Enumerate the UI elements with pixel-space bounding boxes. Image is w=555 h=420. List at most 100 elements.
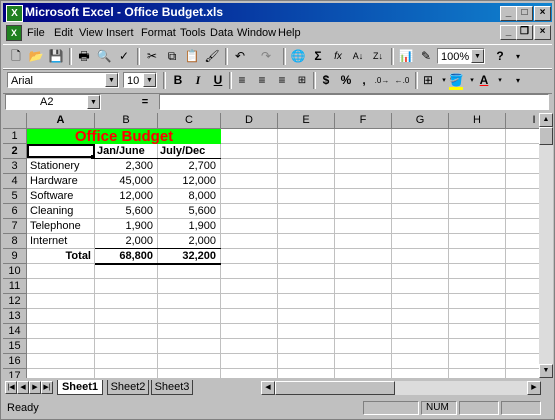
value-cell[interactable]: 5,600 <box>158 204 220 219</box>
excel-icon[interactable]: X <box>6 5 23 22</box>
maximize-button[interactable]: □ <box>516 6 533 21</box>
font-name-combo[interactable]: Arial ▼ <box>7 72 119 88</box>
menu-view[interactable]: View <box>79 26 103 40</box>
scroll-left-icon[interactable]: ◀ <box>261 381 275 395</box>
select-all-button[interactable] <box>3 113 27 129</box>
item-label-cell[interactable]: Cleaning <box>27 204 98 219</box>
column-header[interactable]: B <box>95 113 158 129</box>
value-cell[interactable]: 2,700 <box>158 159 220 174</box>
percent-button[interactable]: % <box>337 72 355 89</box>
item-label-cell[interactable]: Hardware <box>27 174 98 189</box>
scroll-down-icon[interactable]: ▼ <box>539 364 553 378</box>
value-cell[interactable]: 5,600 <box>95 204 157 219</box>
worksheet-grid[interactable]: ABCDEFGHI 1 2 3 4 5 6 7 8 9 10 11 12 13 14 15 16 17 Offi… <box>3 113 539 378</box>
scroll-thumb[interactable] <box>539 127 553 145</box>
minimize-button[interactable]: _ <box>500 6 517 21</box>
prev-sheet-icon[interactable]: ◀ <box>17 381 29 394</box>
row-header[interactable]: 9 <box>3 249 27 264</box>
name-box[interactable]: A2 ▼ <box>5 94 101 110</box>
tab-sheet2[interactable]: Sheet2 <box>107 380 149 395</box>
horizontal-scrollbar[interactable]: ◀ ▶ <box>261 381 541 395</box>
toolbar-options-icon[interactable]: ▾ <box>509 72 527 89</box>
merge-center-icon[interactable]: ⊞ <box>293 72 311 89</box>
print-preview-icon[interactable]: 🔍 <box>95 48 113 65</box>
row-header[interactable]: 3 <box>3 159 27 174</box>
menu-help[interactable]: Help <box>278 26 301 40</box>
formula-input[interactable] <box>159 94 549 110</box>
total-h1[interactable]: 68,800 <box>95 249 157 264</box>
scroll-right-icon[interactable]: ▶ <box>527 381 541 395</box>
menu-data[interactable]: Data <box>210 26 233 40</box>
column-header[interactable]: F <box>335 113 392 129</box>
menu-edit[interactable]: Edit <box>54 26 73 40</box>
menu-file[interactable]: File <box>27 26 45 40</box>
save-icon[interactable]: 💾 <box>47 48 65 65</box>
row-header[interactable]: 2 <box>3 144 27 159</box>
open-icon[interactable]: 📂 <box>27 48 45 65</box>
close-button[interactable]: × <box>534 6 551 21</box>
scroll-up-icon[interactable]: ▲ <box>539 113 553 127</box>
total-h2[interactable]: 32,200 <box>158 249 220 264</box>
row-header[interactable]: 11 <box>3 279 27 294</box>
last-sheet-icon[interactable]: ▶| <box>41 381 53 394</box>
edit-formula-button[interactable]: = <box>135 94 155 110</box>
column-header[interactable]: E <box>278 113 335 129</box>
row-header[interactable]: 1 <box>3 129 27 144</box>
chevron-down-icon[interactable]: ▾ <box>491 72 509 89</box>
font-size-combo[interactable]: 10 ▼ <box>123 72 157 88</box>
row-header[interactable]: 12 <box>3 294 27 309</box>
paste-function-icon[interactable]: fx <box>329 48 347 65</box>
comma-button[interactable]: , <box>355 72 373 89</box>
menu-window[interactable]: Window <box>237 26 276 40</box>
menu-insert[interactable]: Insert <box>106 26 134 40</box>
next-sheet-icon[interactable]: ▶ <box>29 381 41 394</box>
sheet-title[interactable]: Office Budget <box>27 129 221 144</box>
chart-wizard-icon[interactable]: 📊 <box>397 48 415 65</box>
row-header[interactable]: 15 <box>3 339 27 354</box>
row-header[interactable]: 16 <box>3 354 27 369</box>
chevron-down-icon[interactable]: ▼ <box>105 73 118 87</box>
sort-ascending-icon[interactable]: A↓ <box>349 48 367 65</box>
header-cell[interactable]: July/Dec <box>158 144 222 159</box>
increase-decimal-icon[interactable]: .0→ <box>373 72 391 89</box>
tab-sheet3[interactable]: Sheet3 <box>151 380 193 395</box>
row-header[interactable]: 8 <box>3 234 27 249</box>
print-icon[interactable]: 🖶 <box>75 48 93 65</box>
copy-icon[interactable]: ⧉ <box>163 48 181 65</box>
chevron-down-icon[interactable]: ▼ <box>143 73 156 87</box>
doc-close-button[interactable]: × <box>534 25 551 40</box>
help-icon[interactable]: ? <box>491 48 509 65</box>
column-header[interactable]: G <box>392 113 449 129</box>
decrease-decimal-icon[interactable]: ←.0 <box>393 72 411 89</box>
item-label-cell[interactable]: Stationery <box>27 159 98 174</box>
new-icon[interactable]: 🗋 <box>7 48 25 65</box>
first-sheet-icon[interactable]: |◀ <box>5 381 17 394</box>
tab-sheet1[interactable]: Sheet1 <box>57 380 103 395</box>
value-cell[interactable]: 8,000 <box>158 189 220 204</box>
hyperlink-icon[interactable]: 🌐 <box>289 48 307 65</box>
column-header[interactable]: A <box>27 113 95 129</box>
row-header[interactable]: 13 <box>3 309 27 324</box>
item-label-cell[interactable]: Telephone <box>27 219 98 234</box>
autosum-icon[interactable]: Σ <box>309 48 327 65</box>
horizontal-scroll-thumb[interactable] <box>275 381 395 395</box>
active-cell[interactable] <box>27 144 95 158</box>
value-cell[interactable]: 1,900 <box>95 219 157 234</box>
sort-descending-icon[interactable]: Z↓ <box>369 48 387 65</box>
value-cell[interactable]: 2,300 <box>95 159 157 174</box>
row-header[interactable]: 5 <box>3 189 27 204</box>
column-header[interactable]: C <box>158 113 221 129</box>
menu-tools[interactable]: Tools <box>180 26 206 40</box>
undo-icon[interactable]: ↶ <box>231 48 249 65</box>
header-cell[interactable]: Jan/June <box>95 144 159 159</box>
align-left-icon[interactable]: ≡ <box>233 72 251 89</box>
align-center-icon[interactable]: ≡ <box>253 72 271 89</box>
row-header[interactable]: 17 <box>3 369 27 378</box>
chevron-down-icon[interactable]: ▼ <box>471 49 484 63</box>
column-header[interactable]: I <box>506 113 539 129</box>
doc-minimize-button[interactable]: _ <box>500 25 517 40</box>
row-header[interactable]: 10 <box>3 264 27 279</box>
value-cell[interactable]: 1,900 <box>158 219 220 234</box>
value-cell[interactable]: 2,000 <box>95 234 157 249</box>
row-header[interactable]: 7 <box>3 219 27 234</box>
